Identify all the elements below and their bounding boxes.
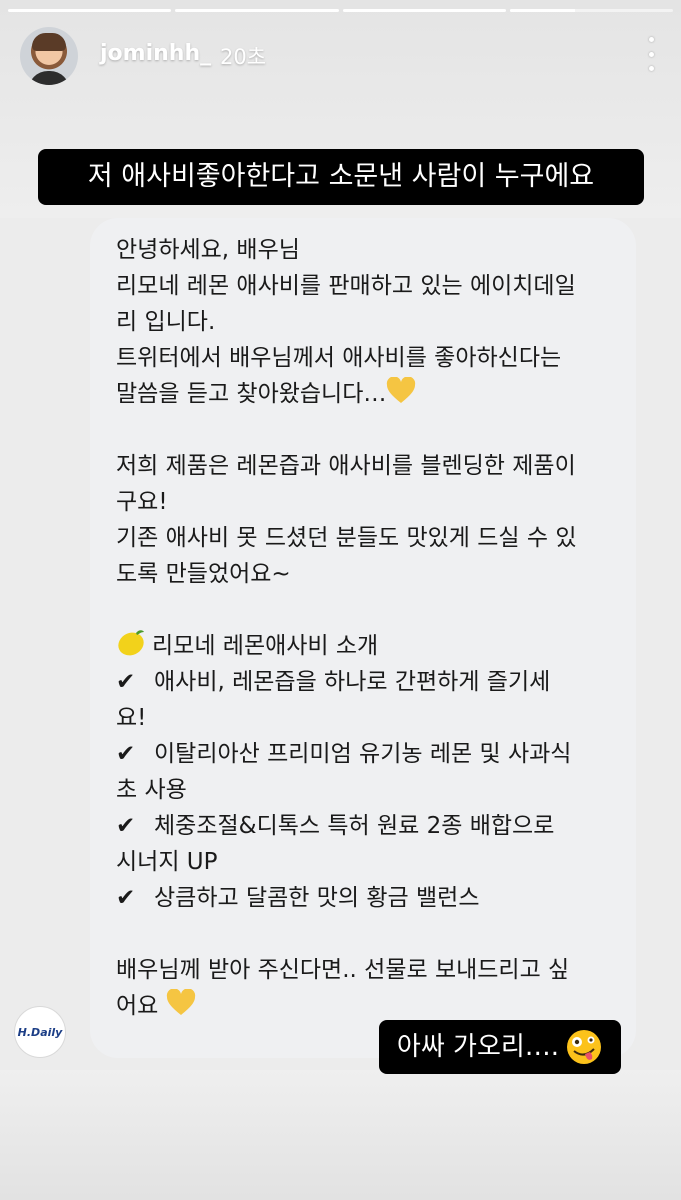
bullet-text: 체중조절&디톡스 특허 원료 2종 배합으로 [154, 813, 555, 839]
message-line: 시너지 UP [116, 849, 218, 875]
story-header: jominhh_ 20초 [20, 27, 661, 87]
check-mark-icon: ✔ [116, 813, 136, 839]
profile-avatar[interactable] [20, 27, 78, 85]
bullet-line: ✔ 이탈리아산 프리미엄 유기농 레몬 및 사과식 [116, 736, 616, 772]
message-line: 어요 [116, 993, 159, 1019]
bullet-text: 애사비, 레몬즙을 하나로 간편하게 즐기세 [154, 669, 551, 695]
caption-bottom-text: 아싸 가오리…. [396, 1032, 560, 1062]
username[interactable]: jominhh_ [100, 41, 211, 66]
message-line: 요! [116, 705, 147, 731]
bullet-text: 이탈리아산 프리미엄 유기농 레몬 및 사과식 [154, 741, 572, 767]
message-line: 말씀을 듣고 찾아왔습니다… [116, 381, 387, 407]
intro-text: 리모네 레몬애사비 소개 [152, 633, 379, 659]
story-progress-bar [8, 9, 673, 12]
yellow-heart-icon [387, 377, 416, 403]
caption-bottom: 아싸 가오리…. [379, 1020, 621, 1074]
lemon-icon [118, 630, 144, 656]
message-line: 초 사용 [116, 777, 187, 803]
story-background-bottom [0, 1070, 681, 1200]
progress-fill [8, 9, 172, 12]
progress-fill [342, 9, 506, 12]
message-line: 도록 만들었어요~ [116, 561, 291, 587]
check-mark-icon: ✔ [116, 885, 136, 911]
check-mark-icon: ✔ [116, 741, 136, 767]
check-mark-icon: ✔ [116, 669, 136, 695]
zany-face-icon [567, 1030, 602, 1064]
bullet-line: ✔ 애사비, 레몬즙을 하나로 간편하게 즐기세 [116, 664, 616, 700]
progress-fill [175, 9, 339, 12]
yellow-heart-icon [166, 989, 195, 1015]
progress-segment [175, 9, 339, 12]
message-line-with-heart: 말씀을 듣고 찾아왔습니다… [116, 376, 616, 412]
message-line: 리 입니다. [116, 309, 216, 335]
message-line: 트위터에서 배우님께서 애사비를 좋아하신다는 [116, 345, 562, 371]
intro-line: 리모네 레몬애사비 소개 [116, 628, 616, 664]
caption-top: 저 애사비좋아한다고 소문낸 사람이 누구에요 [38, 149, 644, 205]
progress-segment [8, 9, 172, 12]
message-line: 저희 제품은 레몬즙과 애사비를 블렌딩한 제품이 [116, 453, 576, 479]
sender-avatar-logo[interactable]: H.Daily [14, 1006, 66, 1058]
message-line: 배우님께 받아 주신다면.. 선물로 보내드리고 싶 [116, 957, 570, 983]
progress-segment [342, 9, 506, 12]
story-timestamp: 20초 [220, 45, 267, 69]
bullet-line: ✔ 체중조절&디톡스 특허 원료 2종 배합으로 [116, 808, 616, 844]
message-line: 안녕하세요, 배우님 [116, 237, 300, 263]
bullet-line: ✔ 상큼하고 달콤한 맛의 황금 밸런스 [116, 880, 616, 916]
message-line: 기존 애사비 못 드셨던 분들도 맛있게 드실 수 있 [116, 525, 577, 551]
message-line: 구요! [116, 489, 168, 515]
message-text: 안녕하세요, 배우님 리모네 레몬 애사비를 판매하고 있는 에이치데일 리 입… [116, 232, 616, 1024]
bullet-text: 상큼하고 달콤한 맛의 황금 밸런스 [154, 885, 480, 911]
message-line: 리모네 레몬 애사비를 판매하고 있는 에이치데일 [116, 273, 576, 299]
progress-segment [509, 9, 673, 12]
more-vertical-icon[interactable] [641, 37, 661, 71]
message-line-with-heart: 어요 [116, 988, 616, 1024]
progress-fill [509, 9, 576, 12]
